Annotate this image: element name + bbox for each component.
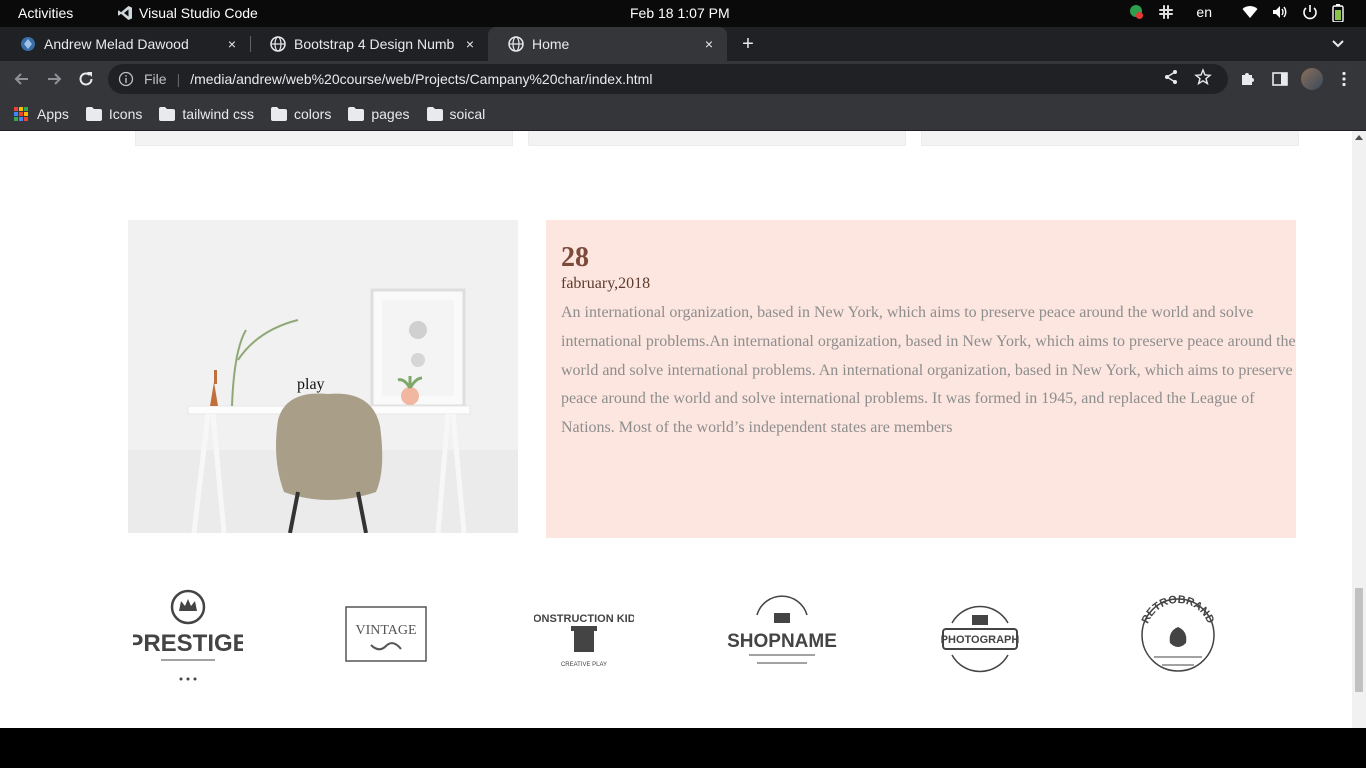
forward-arrow-icon[interactable] <box>44 69 64 89</box>
page-footer-strip <box>0 728 1366 768</box>
folder-icon <box>85 106 102 121</box>
activities-button[interactable]: Activities <box>18 5 73 21</box>
scroll-up-arrow-icon[interactable] <box>1355 135 1363 140</box>
bookmark-apps[interactable]: Apps <box>14 106 69 122</box>
bookmark-colors[interactable]: colors <box>270 105 332 122</box>
bookmark-label: Apps <box>37 105 69 122</box>
folder-icon <box>159 106 176 121</box>
brand-logo-vintage: VINTAGE <box>326 586 446 686</box>
bookmark-icons[interactable]: Icons <box>85 105 143 122</box>
tab-bootstrap-4-design[interactable]: Bootstrap 4 Design Numb × <box>250 27 488 61</box>
page-scrollbar[interactable] <box>1352 131 1366 728</box>
tab-home[interactable]: Home × <box>488 27 727 61</box>
globe-icon <box>270 36 286 52</box>
notification-app-icon <box>1128 4 1144 20</box>
brand-logo-construction-kids: CONSTRUCTION KIDS CREATIVE PLAY <box>524 586 644 686</box>
logo-text: RETROBRAND <box>1140 594 1217 626</box>
logo-text: VINTAGE <box>355 623 416 638</box>
apps-grid-icon <box>14 106 28 121</box>
url-text: /media/andrew/web%20course/web/Projects/… <box>190 71 653 87</box>
power-icon <box>1302 4 1318 20</box>
brand-logos-row: PRESTIGE VINTAGE CONSTRUCTION KIDS CREAT… <box>128 586 1298 686</box>
extensions-puzzle-icon[interactable] <box>1239 70 1257 88</box>
app-name: Visual Studio Code <box>139 5 258 21</box>
scheme-label: File <box>144 71 167 87</box>
keyboard-layout: en <box>1196 4 1212 20</box>
card-bottom-edge <box>921 131 1299 146</box>
address-bar[interactable]: File | /media/andrew/web%20course/web/Pr… <box>108 64 1228 94</box>
bookmark-label: colors <box>293 105 332 122</box>
volume-icon <box>1272 4 1288 20</box>
bookmark-label: Icons <box>108 105 143 122</box>
brand-logo-photograph: PHOTOGRAPH <box>920 586 1040 686</box>
tab-title: Home <box>532 36 570 52</box>
folder-icon <box>270 106 287 121</box>
battery-icon <box>1332 4 1348 23</box>
wifi-icon <box>1242 4 1258 20</box>
folder-icon <box>348 106 365 121</box>
bookmark-label: soical <box>449 105 486 122</box>
logo-text: PHOTOGRAPH <box>941 634 1020 646</box>
brand-logo-prestige: PRESTIGE <box>128 586 248 686</box>
bookmark-label: tailwind css <box>182 105 254 122</box>
slack-icon <box>1158 4 1174 20</box>
app-menu[interactable]: Visual Studio Code <box>117 5 258 21</box>
brand-logo-retrobrand: RETROBRAND <box>1118 586 1238 686</box>
system-top-bar: Activities Visual Studio Code Feb 18 1:0… <box>0 0 1366 27</box>
play-button-broken-image[interactable]: play <box>297 376 325 394</box>
address-bar-actions <box>1162 68 1212 86</box>
reload-icon[interactable] <box>76 69 96 89</box>
svg-text:CREATIVE PLAY: CREATIVE PLAY <box>561 662 607 668</box>
brand-logo-shopname: SHOPNAME <box>722 586 842 686</box>
tab-title: Bootstrap 4 Design Numb <box>294 36 454 52</box>
clock[interactable]: Feb 18 1:07 PM <box>630 5 730 21</box>
star-icon[interactable] <box>1194 68 1212 86</box>
vscode-icon <box>118 6 132 20</box>
side-panel-icon[interactable] <box>1271 70 1289 88</box>
news-day: 28 <box>561 242 589 273</box>
news-card: 28 fabruary,2018 An international organi… <box>546 220 1296 538</box>
tab-close-icon[interactable]: × <box>462 36 478 52</box>
bookmark-soical[interactable]: soical <box>426 105 486 122</box>
logo-text: PRESTIGE <box>133 630 243 657</box>
tab-close-icon[interactable]: × <box>224 36 240 52</box>
play-alt-text: play <box>297 376 325 393</box>
browser-tab-strip: Andrew Melad Dawood × Bootstrap 4 Design… <box>0 27 1366 61</box>
scrollbar-thumb[interactable] <box>1355 588 1363 692</box>
logo-text: CONSTRUCTION KIDS <box>534 613 634 625</box>
profile-favicon-icon <box>21 37 35 51</box>
new-tab-button[interactable]: + <box>737 31 759 57</box>
card-bottom-edge <box>135 131 513 146</box>
tab-close-icon[interactable]: × <box>701 36 717 52</box>
browser-toolbar: File | /media/andrew/web%20course/web/Pr… <box>0 61 1366 97</box>
bookmark-label: pages <box>371 105 410 122</box>
desk-chair-image: play <box>128 220 518 533</box>
globe-icon <box>508 36 524 52</box>
folder-icon <box>426 106 443 121</box>
back-arrow-icon[interactable] <box>12 69 32 89</box>
kebab-menu-icon[interactable] <box>1335 70 1353 88</box>
page-viewport: play 28 fabruary,2018 An international o… <box>0 131 1352 728</box>
bookmark-pages[interactable]: pages <box>348 105 410 122</box>
news-body: An international organization, based in … <box>561 304 1296 437</box>
svg-text:RETROBRAND: RETROBRAND <box>1140 594 1217 626</box>
system-tray[interactable]: en <box>1128 4 1348 23</box>
address-divider: | <box>176 71 181 87</box>
news-month-year: fabruary,2018 <box>561 275 651 292</box>
profile-avatar[interactable] <box>1301 68 1323 90</box>
tab-andrew-melad-dawood[interactable]: Andrew Melad Dawood × <box>0 27 250 61</box>
logo-text: SHOPNAME <box>727 631 837 652</box>
info-icon[interactable] <box>118 71 134 87</box>
card-bottom-edge <box>528 131 906 146</box>
chevron-down-icon[interactable] <box>1328 33 1348 53</box>
bookmarks-bar: Apps Icons tailwind css colors pages soi… <box>0 97 1366 131</box>
bookmark-tailwind-css[interactable]: tailwind css <box>159 106 254 122</box>
tab-title: Andrew Melad Dawood <box>44 36 189 52</box>
share-icon[interactable] <box>1162 68 1180 86</box>
